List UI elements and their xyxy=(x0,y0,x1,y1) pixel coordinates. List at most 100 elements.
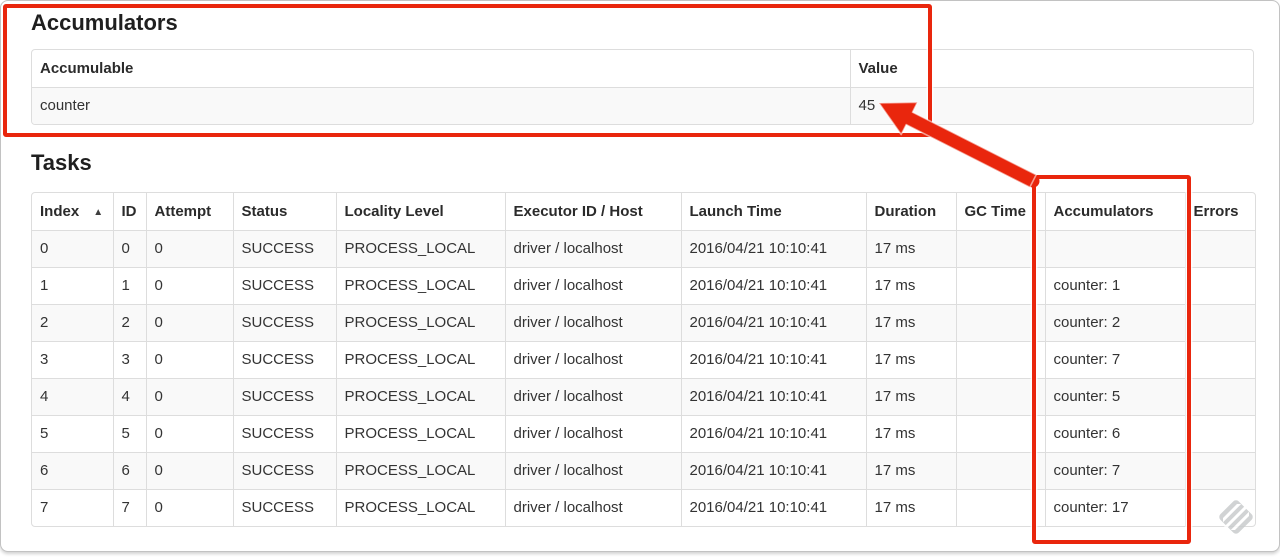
status-cell: SUCCESS xyxy=(232,229,336,267)
duration-cell: 17 ms xyxy=(865,414,956,452)
attempt-cell: 0 xyxy=(145,266,233,304)
errors-cell xyxy=(1184,266,1255,304)
table-row: 1 1 0 SUCCESS PROCESS_LOCAL driver / localhos… xyxy=(32,266,1255,304)
locality-level-cell: PROCESS_LOCAL xyxy=(335,377,505,415)
id-cell: 5 xyxy=(112,414,146,452)
locality-level-cell: PROCESS_LOCAL xyxy=(335,303,505,341)
launch-time-cell: 2016/04/21 10:10:41 xyxy=(680,229,866,267)
locality-level-cell: PROCESS_LOCAL xyxy=(335,451,505,489)
table-row: 2 2 0 SUCCESS PROCESS_LOCAL driver / localhos… xyxy=(32,303,1255,341)
executor-id-host-cell: driver / localhost xyxy=(504,451,681,489)
status-cell: SUCCESS xyxy=(232,414,336,452)
status-cell: SUCCESS xyxy=(232,377,336,415)
duration-cell: 17 ms xyxy=(865,451,956,489)
table-row: 6 6 0 SUCCESS PROCESS_LOCAL driver / localhos… xyxy=(32,451,1255,489)
gc-time-cell xyxy=(955,451,1045,489)
sort-ascending-icon: ▲ xyxy=(93,206,104,218)
errors-cell xyxy=(1184,451,1255,489)
duration-cell: 17 ms xyxy=(865,340,956,378)
id-cell: 2 xyxy=(112,303,146,341)
status-cell: SUCCESS xyxy=(232,451,336,489)
gc-time-cell xyxy=(955,266,1045,304)
id-cell: 3 xyxy=(112,340,146,378)
gc-time-cell xyxy=(955,303,1045,341)
launch-time-cell: 2016/04/21 10:10:41 xyxy=(680,451,866,489)
col-header-locality-level[interactable]: Locality Level xyxy=(335,193,505,230)
locality-level-cell: PROCESS_LOCAL xyxy=(335,488,505,526)
attempt-cell: 0 xyxy=(145,377,233,415)
col-header-errors[interactable]: Errors xyxy=(1184,193,1255,230)
duration-cell: 17 ms xyxy=(865,377,956,415)
col-header-launch-time[interactable]: Launch Time xyxy=(680,193,866,230)
col-header-accumulators[interactable]: Accumulators xyxy=(1044,193,1185,230)
id-cell: 1 xyxy=(112,266,146,304)
accumulators-cell xyxy=(1044,229,1185,267)
table-row: 3 3 0 SUCCESS PROCESS_LOCAL driver / localhos… xyxy=(32,340,1255,378)
duration-cell: 17 ms xyxy=(865,229,956,267)
status-cell: SUCCESS xyxy=(232,266,336,304)
executor-id-host-cell: driver / localhost xyxy=(504,229,681,267)
accumulators-cell: counter: 7 xyxy=(1044,340,1185,378)
index-cell: 5 xyxy=(32,414,113,452)
attempt-cell: 0 xyxy=(145,340,233,378)
col-header-gc-time[interactable]: GC Time xyxy=(955,193,1045,230)
col-header-id[interactable]: ID xyxy=(112,193,146,230)
col-header-duration[interactable]: Duration xyxy=(865,193,956,230)
locality-level-cell: PROCESS_LOCAL xyxy=(335,266,505,304)
errors-cell xyxy=(1184,303,1255,341)
attempt-cell: 0 xyxy=(145,303,233,341)
attempt-cell: 0 xyxy=(145,488,233,526)
errors-cell xyxy=(1184,488,1255,526)
accumulators-header-row: Accumulable Value xyxy=(32,50,1253,87)
accumulators-cell: counter: 2 xyxy=(1044,303,1185,341)
duration-cell: 17 ms xyxy=(865,266,956,304)
launch-time-cell: 2016/04/21 10:10:41 xyxy=(680,266,866,304)
accumulators-cell: counter: 17 xyxy=(1044,488,1185,526)
errors-cell xyxy=(1184,229,1255,267)
id-cell: 4 xyxy=(112,377,146,415)
tasks-heading: Tasks xyxy=(31,150,92,175)
launch-time-cell: 2016/04/21 10:10:41 xyxy=(680,340,866,378)
table-row: 5 5 0 SUCCESS PROCESS_LOCAL driver / localhos… xyxy=(32,414,1255,452)
executor-id-host-cell: driver / localhost xyxy=(504,414,681,452)
duration-cell: 17 ms xyxy=(865,303,956,341)
accumulators-cell: counter: 7 xyxy=(1044,451,1185,489)
col-header-value: Value xyxy=(849,50,1253,87)
accumulators-cell: counter: 6 xyxy=(1044,414,1185,452)
attempt-cell: 0 xyxy=(145,229,233,267)
launch-time-cell: 2016/04/21 10:10:41 xyxy=(680,377,866,415)
table-row: counter 45 xyxy=(32,86,1253,124)
status-cell: SUCCESS xyxy=(232,488,336,526)
executor-id-host-cell: driver / localhost xyxy=(504,266,681,304)
value-cell: 45 xyxy=(849,86,1253,124)
errors-cell xyxy=(1184,414,1255,452)
executor-id-host-cell: driver / localhost xyxy=(504,377,681,415)
col-header-executor-id-host[interactable]: Executor ID / Host xyxy=(504,193,681,230)
accumulators-table: Accumulable Value counter 45 xyxy=(31,49,1254,125)
col-header-accumulable: Accumulable xyxy=(40,59,134,77)
attempt-cell: 0 xyxy=(145,414,233,452)
duration-cell: 17 ms xyxy=(865,488,956,526)
errors-cell xyxy=(1184,377,1255,415)
col-header-index[interactable]: Index ▲ xyxy=(32,193,113,230)
col-header-status[interactable]: Status xyxy=(232,193,336,230)
accumulators-cell: counter: 5 xyxy=(1044,377,1185,415)
gc-time-cell xyxy=(955,340,1045,378)
index-cell: 6 xyxy=(32,451,113,489)
index-cell: 1 xyxy=(32,266,113,304)
table-row: 4 4 0 SUCCESS PROCESS_LOCAL driver / localhos… xyxy=(32,377,1255,415)
col-header-attempt[interactable]: Attempt xyxy=(145,193,233,230)
index-cell: 0 xyxy=(32,229,113,267)
index-cell: 2 xyxy=(32,303,113,341)
index-cell: 4 xyxy=(32,377,113,415)
executor-id-host-cell: driver / localhost xyxy=(504,488,681,526)
launch-time-cell: 2016/04/21 10:10:41 xyxy=(680,303,866,341)
errors-cell xyxy=(1184,340,1255,378)
screenshot-frame: Accumulators Accumulable Value counter 45… xyxy=(0,0,1280,552)
gc-time-cell xyxy=(955,377,1045,415)
id-cell: 0 xyxy=(112,229,146,267)
table-row: 7 7 0 SUCCESS PROCESS_LOCAL driver / localhos… xyxy=(32,488,1255,526)
gc-time-cell xyxy=(955,488,1045,526)
launch-time-cell: 2016/04/21 10:10:41 xyxy=(680,414,866,452)
index-cell: 3 xyxy=(32,340,113,378)
